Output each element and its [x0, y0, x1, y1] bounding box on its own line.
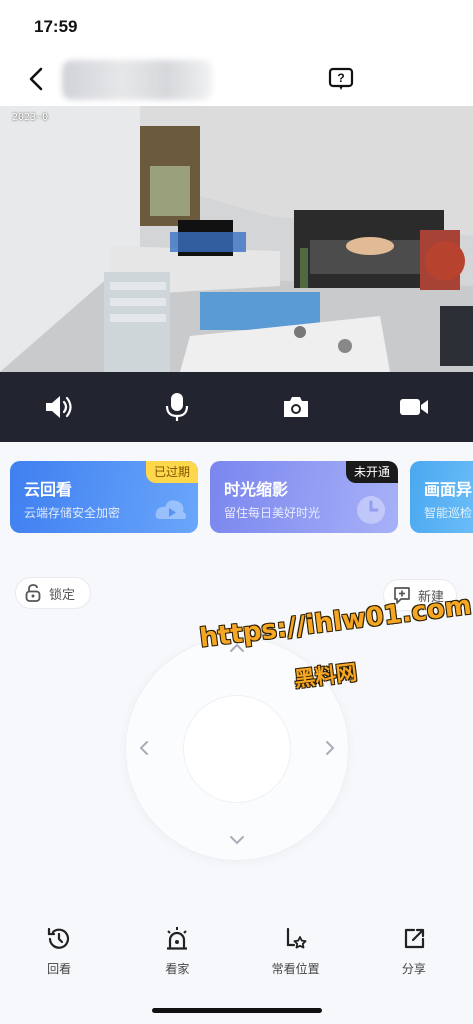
- video-camera-icon: [399, 399, 428, 415]
- tab-label: 常看位置: [271, 962, 320, 976]
- card-subtitle: 留住每日美好时光: [224, 506, 321, 520]
- speaker-icon: [46, 396, 72, 418]
- home-guard-tab[interactable]: 看家: [118, 926, 236, 986]
- card-title: 云回看: [24, 482, 73, 499]
- control-panel: 云回看 云端存储安全加密 已过期 时光缩影 留住每日美好时光 未开通 画面异 智…: [0, 442, 473, 1024]
- motion-detect-card[interactable]: 画面异 智能巡检: [410, 461, 473, 533]
- back-button[interactable]: [22, 64, 50, 94]
- status-badge: 已过期: [145, 461, 198, 483]
- chevron-up-icon: [230, 643, 244, 652]
- unlock-icon: [25, 584, 41, 602]
- ptz-joystick[interactable]: [126, 638, 348, 860]
- camera-control-bar: [0, 372, 473, 442]
- chevron-down-icon: [230, 836, 244, 845]
- camera-timestamp: 2023-0: [12, 112, 49, 123]
- microphone-button[interactable]: [118, 372, 236, 442]
- pan-up-button[interactable]: [227, 638, 247, 658]
- camera-icon: [283, 397, 308, 417]
- snapshot-button[interactable]: [237, 372, 355, 442]
- card-subtitle: 智能巡检: [424, 506, 473, 520]
- service-cards: 云回看 云端存储安全加密 已过期 时光缩影 留住每日美好时光 未开通 画面异 智…: [10, 461, 473, 533]
- cloud-playback-card[interactable]: 云回看 云端存储安全加密 已过期: [10, 461, 198, 533]
- share-tab[interactable]: 分享: [355, 926, 473, 986]
- favorite-location-icon: [286, 927, 307, 949]
- time-lapse-card[interactable]: 时光缩影 留住每日美好时光 未开通: [210, 461, 398, 533]
- speaker-button[interactable]: [0, 372, 118, 442]
- nav-bar: ?: [0, 52, 473, 106]
- card-title: 时光缩影: [224, 482, 289, 499]
- help-button[interactable]: ?: [328, 66, 354, 92]
- playback-tab[interactable]: 回看: [0, 926, 118, 986]
- lock-button[interactable]: 锁定: [15, 577, 91, 609]
- status-badge: 未开通: [345, 461, 398, 483]
- add-chat-icon: [394, 587, 410, 604]
- home-indicator[interactable]: [152, 1008, 322, 1013]
- help-chat-icon: ?: [328, 67, 354, 90]
- device-name-redacted: [62, 60, 212, 100]
- lock-label: 锁定: [49, 586, 76, 602]
- svg-text:?: ?: [337, 71, 344, 85]
- bottom-toolbar: 回看 看家 常看位置 分享: [0, 926, 473, 986]
- tab-label: 回看: [47, 962, 72, 976]
- favorite-positions-tab[interactable]: 常看位置: [237, 926, 355, 986]
- new-preset-button[interactable]: 新建: [383, 579, 457, 611]
- new-label: 新建: [418, 588, 445, 604]
- card-subtitle: 云端存储安全加密: [24, 506, 121, 520]
- share-icon: [404, 928, 424, 949]
- chevron-right-icon: [326, 741, 335, 755]
- camera-scene-image: [0, 106, 473, 372]
- history-icon: [48, 927, 70, 949]
- status-time: 17:59: [34, 17, 78, 36]
- clock-icon: [357, 496, 385, 524]
- card-title: 画面异: [424, 482, 473, 499]
- pan-down-button[interactable]: [227, 830, 247, 850]
- tab-label: 分享: [401, 962, 426, 976]
- microphone-icon: [166, 393, 189, 421]
- pan-right-button[interactable]: [320, 738, 340, 758]
- joystick-center[interactable]: [184, 696, 290, 802]
- record-button[interactable]: [355, 372, 473, 442]
- camera-live-view[interactable]: 2023-0: [0, 106, 473, 372]
- alarm-icon: [167, 927, 188, 950]
- tab-label: 看家: [165, 962, 190, 976]
- play-cloud-icon: [155, 500, 187, 519]
- status-bar: 17:59: [0, 0, 473, 52]
- pan-left-button[interactable]: [134, 738, 154, 758]
- chevron-left-icon: [139, 741, 148, 755]
- chevron-left-icon: [29, 67, 43, 91]
